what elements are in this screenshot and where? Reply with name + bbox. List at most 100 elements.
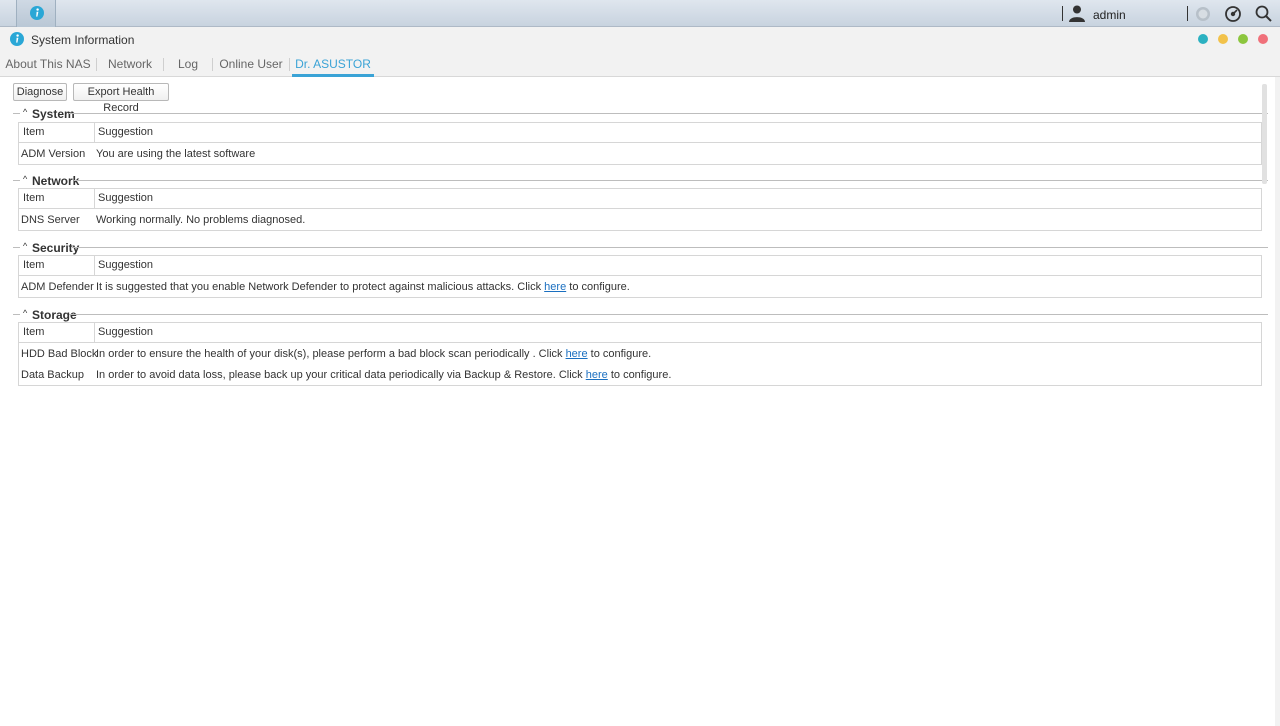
configure-link[interactable]: here: [566, 348, 588, 360]
network-table: Item Suggestion DNS Server Working norma…: [18, 188, 1262, 231]
row-suggestion: Working normally. No problems diagnosed.: [96, 214, 306, 226]
tab-label: About This NAS: [5, 57, 91, 71]
search-button[interactable]: [1253, 3, 1275, 25]
section-title: Storage: [32, 308, 77, 322]
tab-label: Network: [107, 57, 152, 71]
section-divider: [72, 247, 1268, 248]
settings-dial-icon: [1225, 6, 1241, 22]
column-separator: [94, 323, 95, 342]
vertical-scrollbar[interactable]: [1262, 84, 1267, 184]
section-divider: [13, 314, 20, 315]
section-divider: [13, 113, 20, 114]
collapse-chevron-icon: ^: [23, 241, 28, 251]
table-header: Item Suggestion: [19, 123, 1261, 143]
section-divider: [69, 314, 1268, 315]
taskbar: admin: [0, 0, 1280, 27]
window-titlebar[interactable]: System Information: [0, 27, 1280, 52]
table-row: ADM Version You are using the latest sof…: [19, 143, 1261, 164]
table-row: HDD Bad Block In order to ensure the hea…: [19, 343, 1261, 364]
table-row: DNS Server Working normally. No problems…: [19, 209, 1261, 230]
column-header-item: Item: [23, 126, 45, 138]
tab-label: Dr. ASUSTOR: [295, 57, 371, 71]
row-item: Data Backup: [21, 369, 84, 381]
configure-link[interactable]: here: [544, 281, 566, 293]
user-name: admin: [1093, 8, 1126, 22]
suggestion-text: In order to ensure the health of your di…: [96, 348, 566, 360]
notification-icon: [1196, 7, 1210, 21]
row-item: HDD Bad Block: [21, 348, 98, 360]
taskbar-separator: [1187, 6, 1188, 21]
export-health-record-button[interactable]: Export Health Record: [73, 83, 169, 114]
section-header-network[interactable]: ^ Network: [13, 174, 1268, 188]
tab-online-user[interactable]: Online User: [213, 52, 289, 76]
table-header: Item Suggestion: [19, 256, 1261, 276]
collapse-chevron-icon: ^: [23, 308, 28, 318]
tab-log[interactable]: Log: [164, 52, 212, 76]
tab-label: Log: [177, 57, 199, 71]
row-suggestion: It is suggested that you enable Network …: [96, 281, 630, 293]
security-table: Item Suggestion ADM Defender It is sugge…: [18, 255, 1262, 298]
column-header-suggestion: Suggestion: [98, 259, 154, 271]
row-item: ADM Version: [21, 148, 86, 160]
taskbar-separator: [1062, 6, 1063, 21]
tab-separator: [289, 58, 290, 71]
suggestion-text: In order to avoid data loss, please back…: [96, 369, 586, 381]
column-header-suggestion: Suggestion: [98, 126, 154, 138]
window-close-dot[interactable]: [1258, 34, 1268, 44]
user-menu[interactable]: admin: [1068, 4, 1188, 24]
column-separator: [94, 256, 95, 275]
system-table: Item Suggestion ADM Version You are usin…: [18, 122, 1262, 165]
tab-network[interactable]: Network: [97, 52, 163, 76]
row-item: ADM Defender: [21, 281, 94, 293]
column-header-suggestion: Suggestion: [98, 326, 154, 338]
table-row: ADM Defender It is suggested that you en…: [19, 276, 1261, 297]
table-row: Data Backup In order to avoid data loss,…: [19, 364, 1261, 385]
info-icon: [30, 6, 44, 20]
column-separator: [94, 189, 95, 208]
section-title: Security: [32, 241, 80, 255]
diagnose-button[interactable]: Diagnose: [13, 83, 67, 101]
section-title: System: [32, 107, 75, 121]
storage-table: Item Suggestion HDD Bad Block In order t…: [18, 322, 1262, 386]
suggestion-text: to configure.: [566, 281, 630, 293]
table-header: Item Suggestion: [19, 189, 1261, 209]
configure-link[interactable]: here: [586, 369, 608, 381]
window-minimize-dot[interactable]: [1198, 34, 1208, 44]
suggestion-text: to configure.: [607, 369, 672, 381]
window-maximize-dot[interactable]: [1238, 34, 1248, 44]
user-icon: [1069, 5, 1085, 22]
row-suggestion: In order to ensure the health of your di…: [96, 348, 651, 360]
suggestion-text: to configure.: [587, 348, 652, 360]
collapse-chevron-icon: ^: [23, 107, 28, 117]
section-divider: [13, 180, 20, 181]
window-title: System Information: [31, 33, 135, 47]
settings-dial-button[interactable]: [1222, 3, 1244, 25]
tab-label: Online User: [219, 57, 283, 71]
section-title: Network: [32, 174, 80, 188]
window-edge: [1275, 77, 1280, 726]
column-header-item: Item: [23, 326, 45, 338]
tab-dr-asustor[interactable]: Dr. ASUSTOR: [292, 52, 374, 77]
window-restore-dot[interactable]: [1218, 34, 1228, 44]
section-header-system[interactable]: ^ System: [13, 107, 1268, 121]
section-divider: [69, 113, 1268, 114]
notification-button[interactable]: [1192, 3, 1214, 25]
info-icon: [10, 32, 24, 46]
section-divider: [74, 180, 1268, 181]
tab-about-this-nas[interactable]: About This NAS: [0, 52, 96, 76]
row-suggestion: In order to avoid data loss, please back…: [96, 369, 671, 381]
taskbar-app-system-information[interactable]: [16, 0, 56, 27]
table-header: Item Suggestion: [19, 323, 1261, 343]
section-header-security[interactable]: ^ Security: [13, 241, 1268, 255]
suggestion-text: It is suggested that you enable Network …: [96, 281, 545, 293]
row-suggestion: You are using the latest software: [96, 148, 256, 160]
collapse-chevron-icon: ^: [23, 174, 28, 184]
column-header-item: Item: [23, 192, 45, 204]
column-header-item: Item: [23, 259, 45, 271]
column-separator: [94, 123, 95, 142]
tab-bar: About This NAS Network Log Online User D…: [0, 52, 1280, 77]
row-item: DNS Server: [21, 214, 80, 226]
section-header-storage[interactable]: ^ Storage: [13, 308, 1268, 322]
column-header-suggestion: Suggestion: [98, 192, 154, 204]
section-divider: [13, 247, 20, 248]
